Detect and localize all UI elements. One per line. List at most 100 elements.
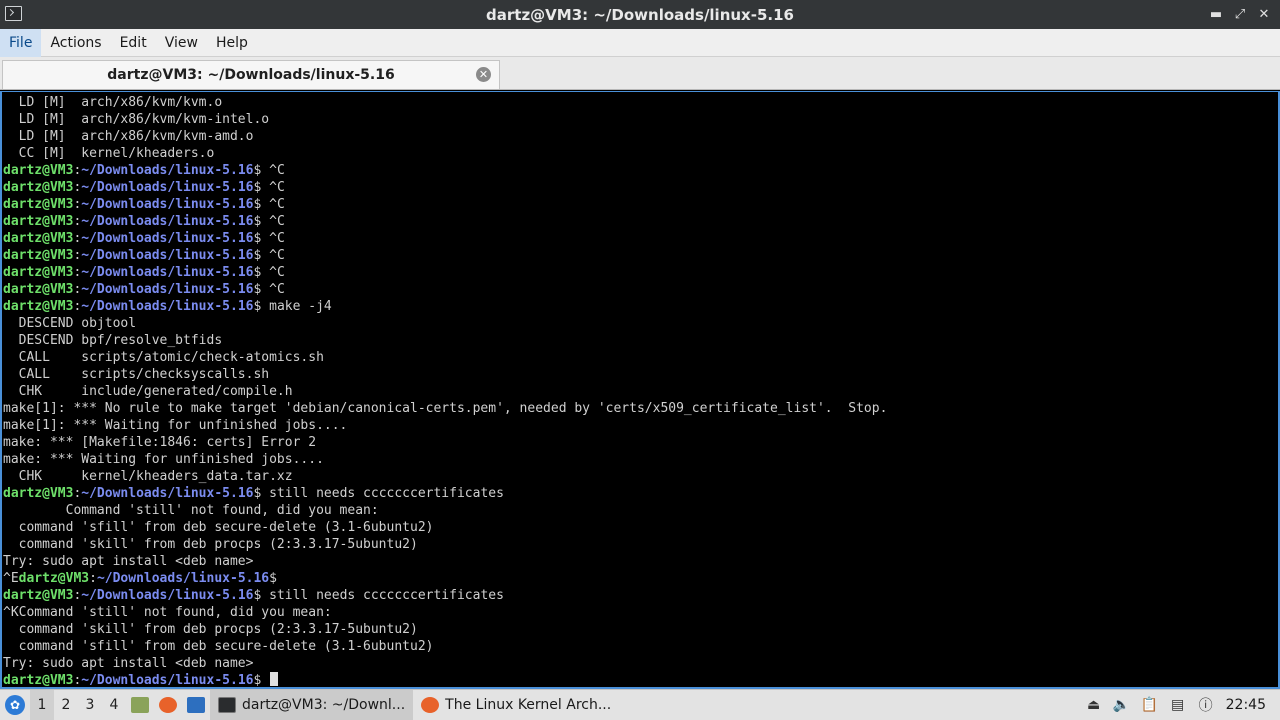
updates-icon[interactable]: ⓘ [1192, 690, 1220, 720]
file-manager-launcher[interactable] [126, 690, 154, 720]
prompt-path: ~/Downloads/linux-5.16 [81, 214, 254, 229]
terminal-output-line: CALL scripts/atomic/check-atomics.sh [3, 350, 324, 365]
prompt-path: ~/Downloads/linux-5.16 [96, 571, 270, 586]
terminal-output[interactable]: LD [M] arch/x86/kvm/kvm.o LD [M] arch/x8… [0, 91, 1280, 689]
terminal-output-line: ^KCommand 'still' not found, did you mea… [3, 605, 332, 620]
task-terminal-label: dartz@VM3: ~/Downl... [242, 697, 406, 713]
volume-icon[interactable]: 🔈 [1108, 690, 1136, 720]
terminal-output-line: DESCEND bpf/resolve_btfids [3, 333, 223, 348]
prompt-colon: : [89, 571, 97, 586]
workspace-1[interactable]: 1 [30, 690, 54, 720]
prompt-command: ^C [269, 282, 285, 297]
clock[interactable]: 22:45 [1220, 697, 1280, 713]
terminal-output-line: Try: sudo apt install <deb name> [3, 554, 254, 569]
prompt-user: dartz@VM3 [3, 248, 74, 263]
terminal-prompt-line: dartz@VM3:~/Downloads/linux-5.16$ ^C [3, 162, 887, 179]
lubuntu-logo-icon: ✿ [5, 695, 25, 715]
terminal-output-line: Try: sudo apt install <deb name> [3, 656, 254, 671]
text-cursor [270, 672, 279, 686]
firefox-launcher[interactable] [154, 690, 182, 720]
prompt-dollar: $ [253, 265, 270, 280]
prompt-dollar: $ [253, 197, 270, 212]
workspace-2[interactable]: 2 [54, 690, 78, 720]
prompt-path: ~/Downloads/linux-5.16 [81, 299, 254, 314]
prompt-dollar: $ [253, 248, 270, 263]
prompt-dollar: $ [253, 282, 270, 297]
terminal-prompt-line: ^Edartz@VM3:~/Downloads/linux-5.16$ [3, 570, 887, 587]
menu-actions[interactable]: Actions [41, 29, 110, 57]
prompt-user: dartz@VM3 [3, 197, 74, 212]
terminal-output-line: make[1]: *** Waiting for unfinished jobs… [3, 418, 348, 433]
start-menu-button[interactable]: ✿ [0, 690, 30, 720]
prompt-command: ^C [269, 231, 285, 246]
clipboard-icon[interactable]: 📋 [1136, 690, 1164, 720]
prompt-dollar: $ [253, 163, 270, 178]
prompt-command: ^C [269, 214, 285, 229]
maximize-icon[interactable]: ⤢ [1232, 7, 1248, 23]
prompt-dollar: $ [253, 486, 270, 501]
menu-bar: File Actions Edit View Help [0, 28, 1280, 57]
terminal-output-line: command 'skill' from deb procps (2:3.3.1… [3, 537, 418, 552]
tab-bar: dartz@VM3: ~/Downloads/linux-5.16 ✕ [0, 57, 1280, 90]
menu-file[interactable]: File [0, 28, 42, 57]
minimize-icon[interactable]: ▬ [1208, 7, 1224, 23]
terminal-output-line: make: *** Waiting for unfinished jobs...… [3, 452, 324, 467]
workspace-3[interactable]: 3 [78, 690, 102, 720]
terminal-prompt-line: dartz@VM3:~/Downloads/linux-5.16$ ^C [3, 264, 887, 281]
workspace-4[interactable]: 4 [102, 690, 126, 720]
prompt-user: dartz@VM3 [3, 673, 74, 688]
file-manager-icon [131, 697, 149, 713]
terminal-output-line: Command 'still' not found, did you mean: [3, 503, 379, 518]
terminal-prompt-line: dartz@VM3:~/Downloads/linux-5.16$ make -… [3, 298, 887, 315]
menu-help[interactable]: Help [207, 29, 257, 57]
terminal-prompt-line: dartz@VM3:~/Downloads/linux-5.16$ ^C [3, 230, 887, 247]
prompt-user: dartz@VM3 [3, 265, 74, 280]
prompt-dollar: $ [253, 214, 270, 229]
eject-icon[interactable]: ⏏ [1080, 690, 1108, 720]
tab-close-icon[interactable]: ✕ [476, 67, 491, 82]
terminal-prompt-line: dartz@VM3:~/Downloads/linux-5.16$ ^C [3, 213, 887, 230]
task-terminal[interactable]: dartz@VM3: ~/Downl... [210, 690, 414, 720]
firefox-icon [159, 697, 177, 713]
prompt-command: still needs cccccccertificates [269, 486, 504, 501]
terminal-icon [218, 697, 236, 713]
prompt-user: dartz@VM3 [3, 486, 74, 501]
prompt-dollar: $ [253, 180, 270, 195]
network-icon[interactable]: ▤ [1164, 690, 1192, 720]
terminal-output-line: DESCEND objtool [3, 316, 137, 331]
task-firefox-label: The Linux Kernel Arch... [445, 697, 612, 713]
prompt-user: dartz@VM3 [3, 163, 74, 178]
taskbar: ✿ 1 2 3 4 dartz@VM3: ~/Downl... The Linu… [0, 689, 1280, 720]
terminal-lines: LD [M] arch/x86/kvm/kvm.o LD [M] arch/x8… [3, 94, 887, 688]
prompt-user: dartz@VM3 [3, 588, 74, 603]
terminal-output-line: LD [M] arch/x86/kvm/kvm.o [3, 95, 223, 110]
show-desktop-launcher[interactable] [182, 690, 210, 720]
system-tray: ⏏ 🔈 📋 ▤ ⓘ 22:45 [1080, 690, 1280, 720]
task-firefox[interactable]: The Linux Kernel Arch... [413, 690, 619, 720]
window-title: dartz@VM3: ~/Downloads/linux-5.16 [486, 5, 794, 24]
prompt-command: still needs cccccccertificates [269, 588, 504, 603]
menu-view[interactable]: View [156, 29, 207, 57]
terminal-app-icon [5, 6, 22, 21]
prompt-command: ^C [269, 248, 285, 263]
prompt-dollar: $ [269, 571, 285, 586]
tab-label: dartz@VM3: ~/Downloads/linux-5.16 [107, 67, 395, 83]
prompt-dollar: $ [253, 588, 270, 603]
prompt-user: dartz@VM3 [3, 214, 74, 229]
tab-terminal[interactable]: dartz@VM3: ~/Downloads/linux-5.16 ✕ [2, 60, 500, 89]
prompt-path: ~/Downloads/linux-5.16 [81, 282, 254, 297]
prompt-dollar: $ [253, 673, 270, 688]
prompt-path: ~/Downloads/linux-5.16 [81, 197, 254, 212]
window-titlebar[interactable]: dartz@VM3: ~/Downloads/linux-5.16 ▬ ⤢ ✕ [0, 0, 1280, 29]
prompt-user: dartz@VM3 [18, 571, 90, 586]
control-char: ^E [3, 571, 19, 586]
prompt-user: dartz@VM3 [3, 231, 74, 246]
menu-edit[interactable]: Edit [111, 29, 156, 57]
terminal-output-line: command 'sfill' from deb secure-delete (… [3, 639, 434, 654]
prompt-command: ^C [269, 197, 285, 212]
terminal-output-line: make: *** [Makefile:1846: certs] Error 2 [3, 435, 317, 450]
terminal-output-line: CHK include/generated/compile.h [3, 384, 293, 399]
terminal-prompt-line: dartz@VM3:~/Downloads/linux-5.16$ [3, 672, 887, 688]
prompt-command: ^C [269, 163, 285, 178]
close-icon[interactable]: ✕ [1256, 7, 1272, 23]
